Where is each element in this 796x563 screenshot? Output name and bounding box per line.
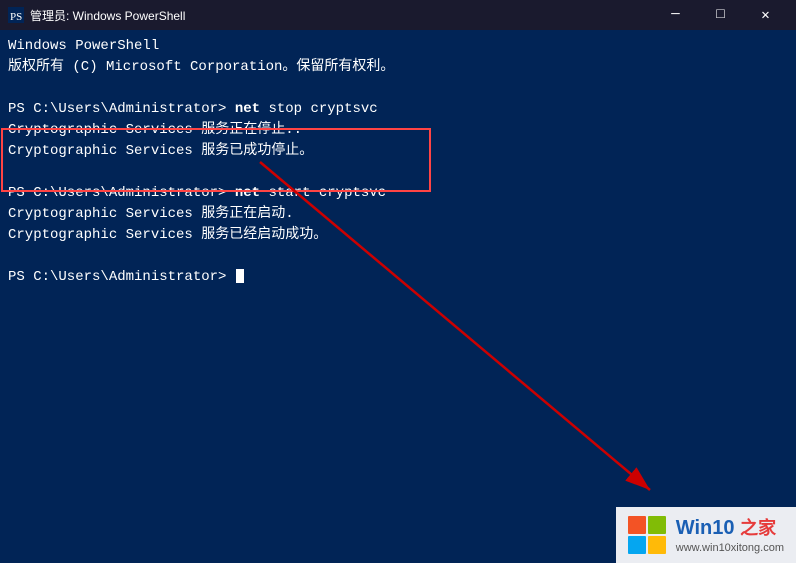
windows-logo — [628, 516, 666, 554]
minimize-button[interactable]: ─ — [653, 0, 698, 30]
close-button[interactable]: ✕ — [743, 0, 788, 30]
terminal-line-6: Cryptographic Services 服务已成功停止。 — [8, 141, 788, 162]
terminal-line-7 — [8, 162, 788, 183]
terminal-line-9: Cryptographic Services 服务正在启动. — [8, 204, 788, 225]
watermark-main-text: Win10 之家 — [676, 515, 784, 541]
watermark: Win10 之家 www.win10xitong.com — [616, 507, 796, 563]
terminal-line-5: Cryptographic Services 服务正在停止.. — [8, 120, 788, 141]
terminal-line-4: PS C:\Users\Administrator> net stop cryp… — [8, 99, 788, 120]
titlebar-title: 管理员: Windows PowerShell — [30, 7, 185, 24]
terminal-area[interactable]: Windows PowerShell 版权所有 (C) Microsoft Co… — [0, 30, 796, 563]
svg-text:PS: PS — [10, 11, 22, 23]
terminal-line-1: Windows PowerShell — [8, 36, 788, 57]
titlebar-controls: ─ □ ✕ — [653, 0, 788, 30]
maximize-button[interactable]: □ — [698, 0, 743, 30]
terminal-line-12: PS C:\Users\Administrator> — [8, 267, 788, 288]
terminal-line-3 — [8, 78, 788, 99]
watermark-sub-text: www.win10xitong.com — [676, 541, 784, 555]
powershell-icon: PS — [8, 7, 24, 23]
terminal-line-10: Cryptographic Services 服务已经启动成功。 — [8, 225, 788, 246]
titlebar: PS 管理员: Windows PowerShell ─ □ ✕ — [0, 0, 796, 30]
terminal-line-2: 版权所有 (C) Microsoft Corporation。保留所有权利。 — [8, 57, 788, 78]
watermark-text: Win10 之家 www.win10xitong.com — [676, 515, 784, 555]
titlebar-left: PS 管理员: Windows PowerShell — [8, 7, 185, 24]
terminal-line-8: PS C:\Users\Administrator> net start cry… — [8, 183, 788, 204]
terminal-line-11 — [8, 246, 788, 267]
